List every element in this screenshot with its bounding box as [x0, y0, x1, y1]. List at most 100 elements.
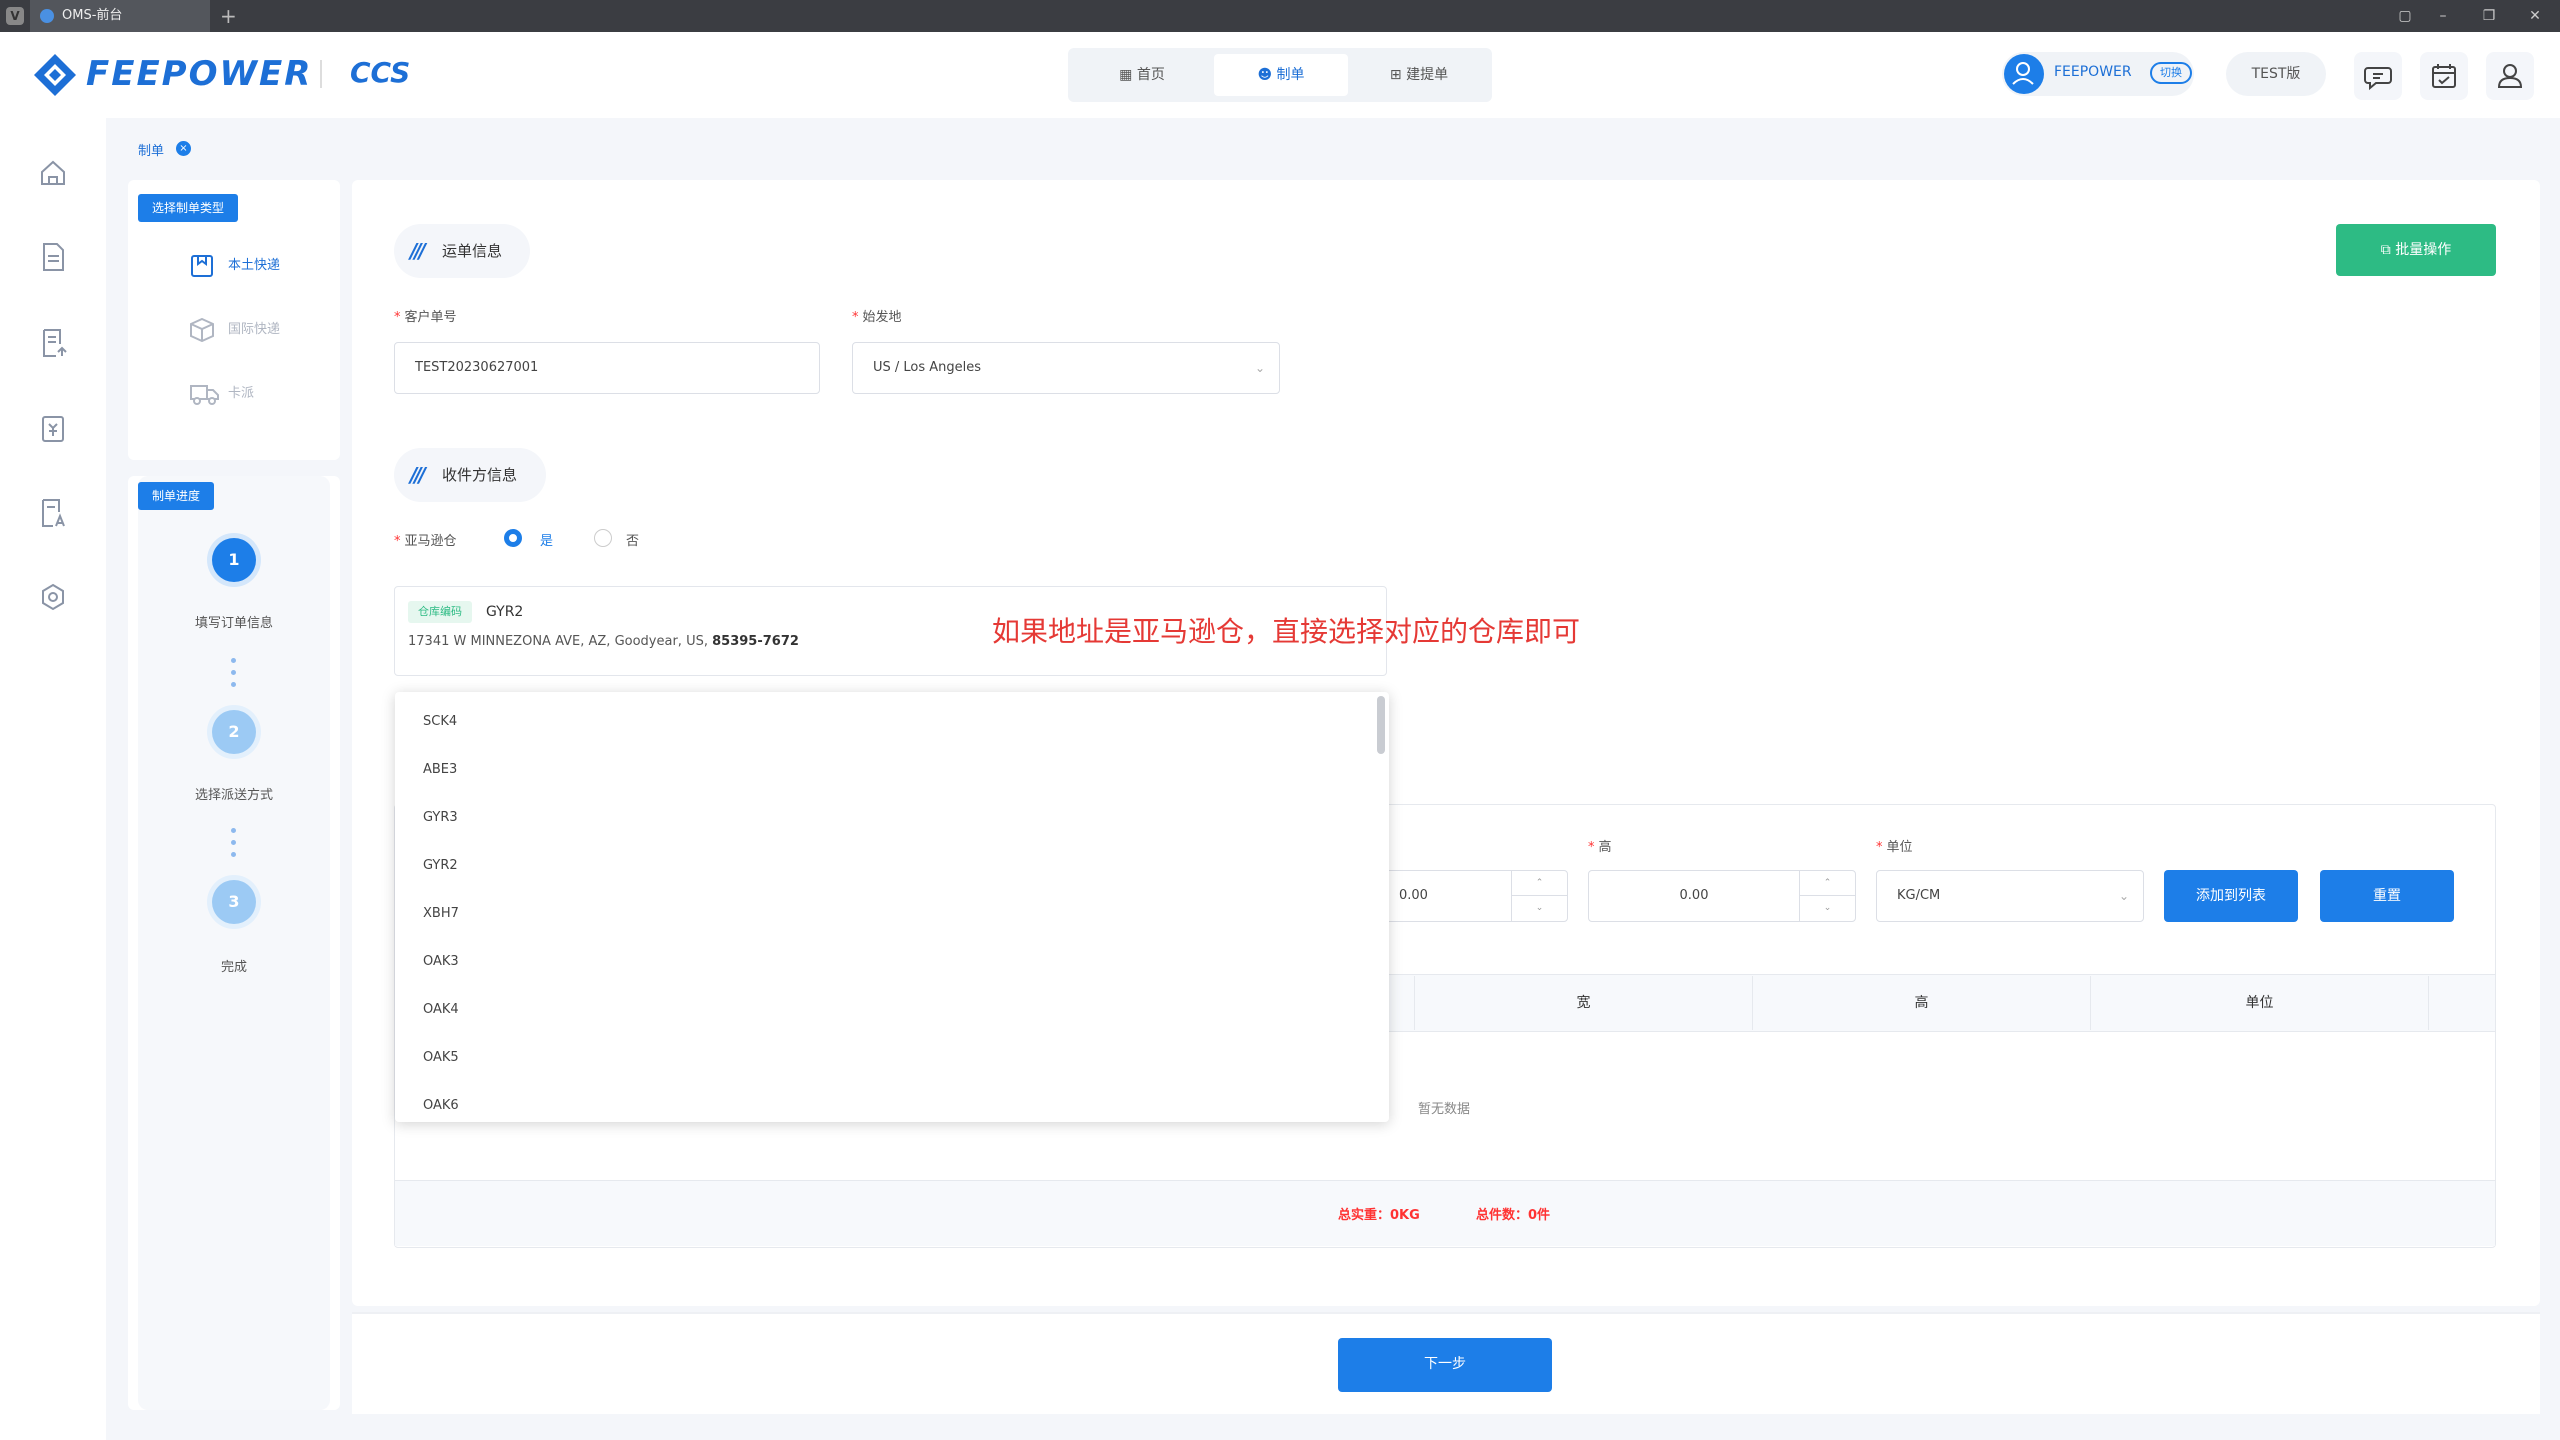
step-connector — [231, 658, 237, 694]
logo-divider — [320, 60, 322, 88]
new-tab-icon[interactable]: + — [220, 0, 237, 32]
progress-tag: 制单进度 — [138, 482, 215, 510]
reset-button[interactable]: 重置 — [2320, 870, 2454, 922]
height-label: * 高 — [1588, 840, 1612, 855]
nav-home[interactable]: ▦ 首页 — [1076, 54, 1208, 96]
total-pieces: 总件数：0件 — [1476, 1208, 1551, 1223]
warehouse-dropdown: SCK4 ABE3 GYR3 GYR2 XBH7 OAK3 OAK4 OAK5 … — [395, 692, 1389, 1122]
truck-icon — [190, 385, 219, 405]
step-2-circle: 2 — [212, 710, 256, 754]
column-width: 宽 — [1414, 976, 1752, 1030]
dropdown-option[interactable]: OAK6 — [423, 1082, 459, 1122]
increment-icon[interactable]: ⌃ — [1800, 871, 1855, 896]
batch-operation-button[interactable]: ⧉ 批量操作 — [2336, 224, 2496, 276]
dropdown-option[interactable]: SCK4 — [423, 698, 457, 746]
step-3-circle: 3 — [212, 880, 256, 924]
warehouse-code: GYR2 — [486, 604, 524, 620]
empty-table-text: 暂无数据 — [1418, 1102, 1471, 1117]
receiver-section-title: ///收件方信息 — [394, 448, 546, 502]
close-tab-icon[interactable]: × — [176, 141, 191, 156]
increment-icon[interactable]: ⌃ — [1512, 871, 1567, 896]
chevron-down-icon: ⌄ — [2118, 889, 2129, 903]
settings-icon[interactable] — [34, 578, 72, 616]
home-icon[interactable] — [34, 154, 72, 192]
add-to-list-button[interactable]: 添加到列表 — [2164, 870, 2298, 922]
tab-trash-icon[interactable]: ▢ — [2390, 0, 2420, 32]
unit-label: * 单位 — [1876, 840, 1913, 855]
browser-title-bar — [0, 0, 2560, 32]
nav-make-order[interactable]: ☻ 制单 — [1214, 54, 1348, 96]
amazon-warehouse-label: * 亚马逊仓 — [394, 534, 457, 549]
customer-no-label: * 客户单号 — [394, 310, 457, 325]
type-domestic-express[interactable]: 本土快递 — [190, 254, 280, 278]
type-international-express[interactable]: 国际快递 — [190, 318, 280, 342]
warehouse-zip: 85395-7672 — [712, 634, 799, 649]
height-input[interactable]: 0.00 ⌃ ⌄ — [1588, 870, 1856, 922]
user-avatar — [2004, 54, 2044, 94]
version-badge[interactable]: TEST版 — [2226, 52, 2326, 96]
minimize-icon[interactable]: – — [2428, 0, 2458, 32]
dropdown-scrollbar[interactable] — [1377, 696, 1385, 754]
switch-account-button[interactable]: 切换 — [2150, 62, 2192, 84]
breadcrumb-tab[interactable]: 制单 — [138, 140, 164, 159]
tab-title: OMS-前台 — [62, 8, 123, 23]
calendar-icon — [2432, 64, 2456, 88]
copy-icon: ⧉ — [2380, 242, 2396, 258]
feepower-logo-icon — [34, 54, 76, 96]
table-footer — [395, 1180, 2495, 1246]
column-height: 高 — [1752, 976, 2090, 1030]
amazon-yes-radio[interactable] — [504, 529, 522, 547]
unit-select[interactable]: KG/CM ⌄ — [1876, 870, 2144, 922]
amazon-yes-label[interactable]: 是 — [540, 530, 553, 549]
upload-document-icon[interactable] — [34, 324, 72, 362]
document-icon[interactable] — [34, 238, 72, 276]
dropdown-option[interactable]: GYR2 — [423, 842, 458, 890]
waybill-section-title: ///运单信息 — [394, 224, 530, 278]
amazon-no-label[interactable]: 否 — [626, 530, 639, 549]
amazon-no-radio[interactable] — [594, 529, 612, 547]
section-mark-icon: /// — [410, 239, 426, 263]
type-truck[interactable]: 卡派 — [190, 382, 254, 406]
width-input[interactable]: 0.00 ⌃ ⌄ — [1374, 870, 1568, 922]
user-icon — [2012, 62, 2034, 85]
warehouse-address: 17341 W MINNEZONA AVE, AZ, Goodyear, US,… — [408, 634, 799, 649]
total-weight: 总实重：0KG — [1338, 1208, 1420, 1223]
decrement-icon[interactable]: ⌄ — [1512, 896, 1567, 921]
report-icon[interactable] — [34, 494, 72, 532]
next-step-button[interactable]: 下一步 — [1338, 1338, 1552, 1392]
chevron-down-icon: ⌄ — [1254, 361, 1265, 375]
step-connector — [231, 828, 237, 864]
bill-icon[interactable] — [34, 410, 72, 448]
section-mark-icon: /// — [410, 463, 426, 487]
profile-button[interactable] — [2486, 52, 2534, 100]
dropdown-option[interactable]: OAK3 — [423, 938, 459, 986]
logo-text: FEEPOWER — [86, 54, 313, 94]
step-2-label: 选择派送方式 — [194, 788, 273, 803]
decrement-icon[interactable]: ⌄ — [1800, 896, 1855, 921]
message-button[interactable] — [2354, 52, 2402, 100]
restore-icon[interactable]: ❐ — [2474, 0, 2504, 32]
dropdown-option[interactable]: GYR3 — [423, 794, 458, 842]
chat-icon — [2364, 67, 2392, 91]
calendar-button[interactable] — [2420, 52, 2468, 100]
profile-icon — [2497, 64, 2523, 88]
dropdown-option[interactable]: OAK4 — [423, 986, 459, 1034]
annotation-text: 如果地址是亚马逊仓，直接选择对应的仓库即可 — [992, 615, 1581, 648]
order-type-tag: 选择制单类型 — [138, 194, 239, 222]
box-icon — [191, 255, 213, 277]
warehouse-code-tag: 仓库编码 — [408, 601, 472, 623]
dropdown-option[interactable]: OAK5 — [423, 1034, 459, 1082]
dropdown-option[interactable]: ABE3 — [423, 746, 457, 794]
column-divider — [2428, 976, 2429, 1030]
close-window-icon[interactable]: ✕ — [2520, 0, 2550, 32]
step-1-label: 填写订单信息 — [194, 616, 273, 631]
customer-no-input[interactable]: TEST20230627001 — [394, 342, 820, 394]
origin-select[interactable]: US / Los Angeles ⌄ — [852, 342, 1280, 394]
browser-tab[interactable]: OMS-前台 — [30, 0, 210, 32]
person-icon: ☻ — [1257, 67, 1277, 83]
column-unit: 单位 — [2090, 976, 2428, 1030]
left-rail — [0, 118, 106, 1440]
nav-create-bill[interactable]: ⊞ 建提单 — [1352, 54, 1486, 96]
step-3-label: 完成 — [220, 960, 247, 975]
dropdown-option[interactable]: XBH7 — [423, 890, 459, 938]
